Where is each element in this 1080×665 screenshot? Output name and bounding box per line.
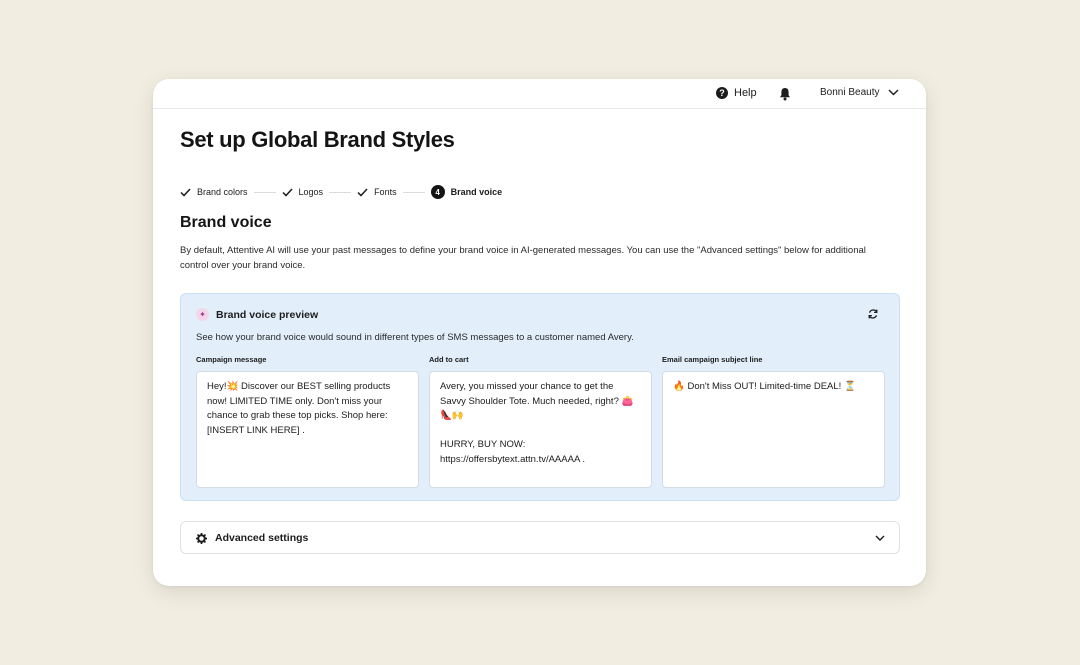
column-label: Add to cart bbox=[429, 355, 469, 364]
add-to-cart-preview: Avery, you missed your chance to get the… bbox=[429, 371, 652, 488]
check-icon bbox=[357, 187, 368, 197]
app-window: ? Help Bonni Beauty Set up Global Brand … bbox=[153, 79, 926, 586]
email-subject-preview: 🔥 Don't Miss OUT! Limited-time DEAL! ⏳ bbox=[662, 371, 885, 488]
preview-header: ✦ Brand voice preview bbox=[196, 308, 318, 321]
advanced-settings-accordion[interactable]: Advanced settings bbox=[180, 521, 900, 554]
gear-icon bbox=[196, 532, 207, 544]
check-icon bbox=[180, 187, 191, 197]
bell-icon[interactable] bbox=[779, 87, 791, 101]
brand-voice-preview-panel: ✦ Brand voice preview See how your brand… bbox=[180, 293, 900, 501]
step-label: Logos bbox=[298, 187, 324, 197]
step-connector bbox=[253, 191, 276, 193]
column-label: Campaign message bbox=[196, 355, 267, 364]
magic-wand-icon: ✦ bbox=[196, 308, 209, 321]
top-bar: ? Help Bonni Beauty bbox=[153, 79, 926, 109]
chevron-down-icon[interactable] bbox=[875, 535, 885, 542]
chevron-down-icon bbox=[888, 89, 898, 96]
step-label: Brand colors bbox=[197, 187, 248, 197]
preview-subtitle: See how your brand voice would sound in … bbox=[196, 332, 634, 343]
help-button[interactable]: ? Help bbox=[716, 87, 757, 99]
section-title: Brand voice bbox=[180, 214, 272, 231]
account-menu[interactable]: Bonni Beauty bbox=[820, 87, 899, 98]
column-label: Email campaign subject line bbox=[662, 355, 763, 364]
add-to-cart-column: Add to cart Avery, you missed your chanc… bbox=[429, 355, 652, 488]
step-fonts[interactable]: Fonts bbox=[357, 187, 397, 197]
section-description: By default, Attentive AI will use your p… bbox=[180, 245, 866, 271]
step-brand-colors[interactable]: Brand colors bbox=[180, 187, 248, 197]
campaign-message-preview: Hey!💥 Discover our BEST selling products… bbox=[196, 371, 419, 488]
step-number: 4 bbox=[430, 185, 445, 199]
step-label: Brand voice bbox=[450, 187, 503, 197]
advanced-settings-header: Advanced settings bbox=[196, 532, 308, 544]
check-icon bbox=[282, 187, 293, 197]
step-label: Fonts bbox=[374, 187, 397, 197]
page-title: Set up Global Brand Styles bbox=[180, 127, 455, 152]
email-subject-column: Email campaign subject line 🔥 Don't Miss… bbox=[662, 355, 885, 488]
preview-title: Brand voice preview bbox=[216, 308, 319, 321]
step-connector bbox=[329, 191, 352, 193]
stepper: Brand colors Logos Fonts 4 Brand voice bbox=[180, 185, 502, 199]
step-brand-voice[interactable]: 4 Brand voice bbox=[430, 185, 503, 199]
help-icon: ? bbox=[716, 87, 728, 99]
refresh-icon[interactable] bbox=[867, 308, 879, 320]
account-name: Bonni Beauty bbox=[820, 87, 880, 98]
step-connector bbox=[402, 191, 425, 193]
advanced-settings-label: Advanced settings bbox=[215, 532, 309, 544]
campaign-message-column: Campaign message Hey!💥 Discover our BEST… bbox=[196, 355, 419, 488]
help-label: Help bbox=[734, 87, 757, 99]
step-logos[interactable]: Logos bbox=[282, 187, 324, 197]
